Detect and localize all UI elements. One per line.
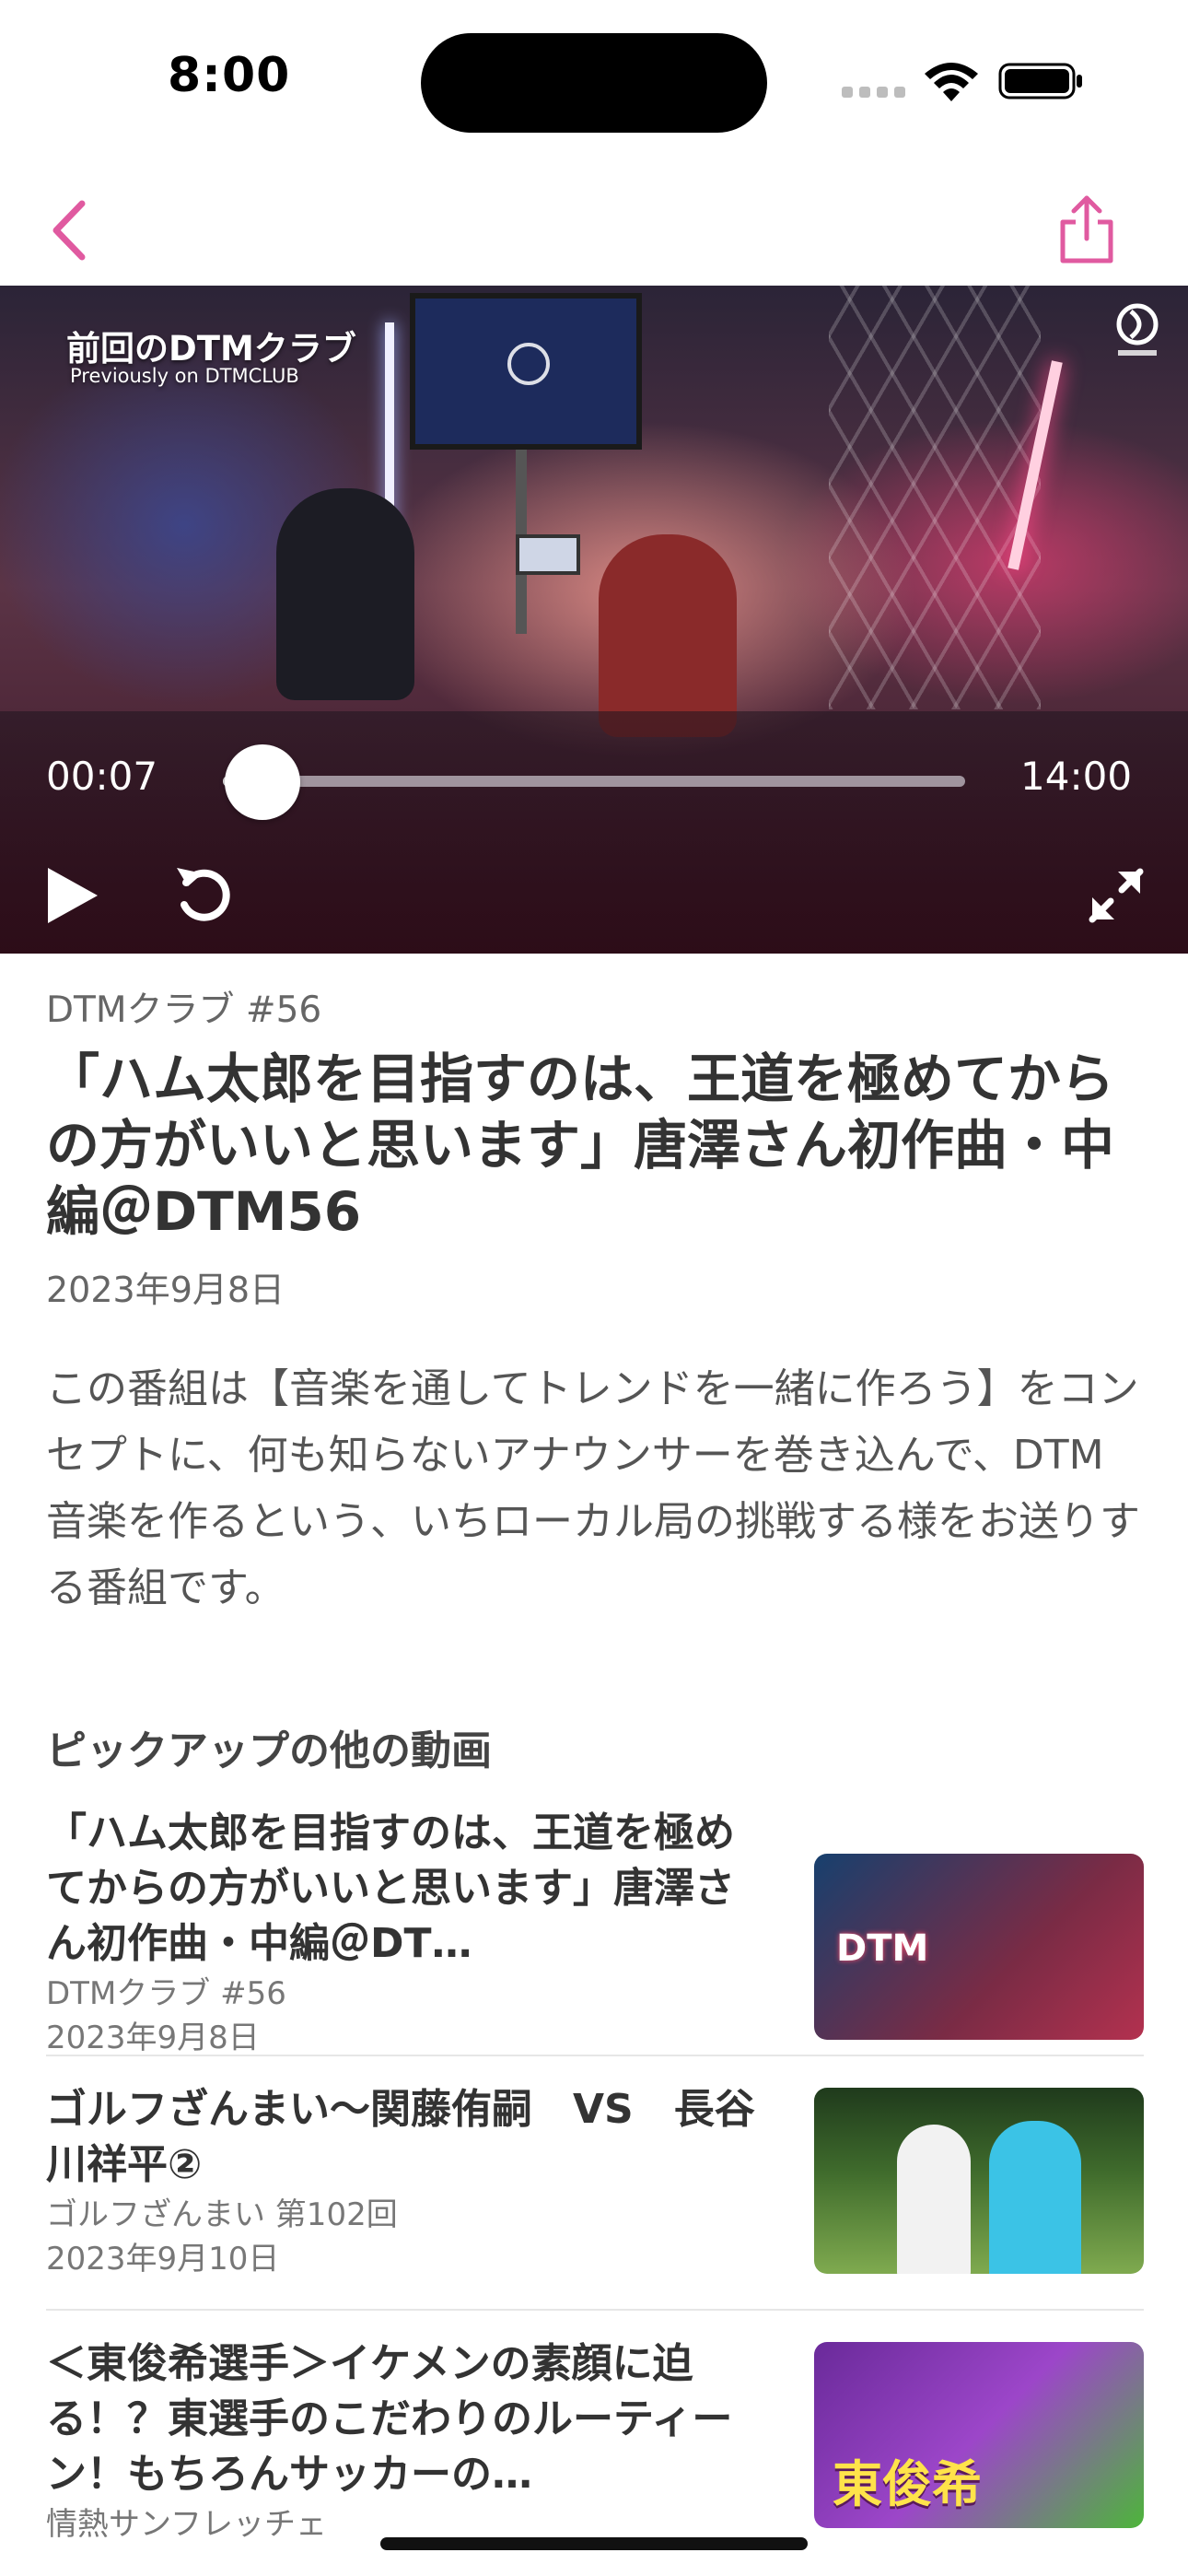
video-frame-person [599, 534, 737, 737]
chevron-left-icon [52, 200, 86, 261]
status-bar: 8:00 [0, 0, 1188, 157]
list-item[interactable]: 「ハム太郎を目指すのは、王道を極めてからの方がいいと思います」唐澤さん初作曲・中… [46, 1806, 1144, 2056]
list-item-date: 2023年9月10日 [46, 2241, 280, 2277]
video-thumbnail[interactable]: DTM [814, 1854, 1144, 2040]
back-button[interactable] [37, 193, 101, 267]
program-date: 2023年9月8日 [46, 1270, 285, 1310]
cellular-signal-icon [842, 87, 905, 98]
battery-icon [998, 63, 1082, 100]
list-item-text: ＜東俊希選手＞イケメンの素顔に迫る！？東選手のこだわりのルーティーン！もちろんサ… [46, 2311, 774, 2547]
video-overlay-subtitle: Previously on DTMCLUB [70, 365, 299, 387]
replay-icon[interactable] [173, 862, 236, 927]
list-item-text: ゴルフざんまい〜関藤侑嗣 VS 長谷川祥平② ゴルフざんまい 第102回 202… [46, 2056, 774, 2281]
wifi-icon [925, 63, 978, 101]
video-frame-person [276, 488, 414, 700]
video-frame-truss [829, 286, 1041, 709]
fullscreen-icon[interactable] [1087, 866, 1146, 925]
list-item-date: 2023年9月8日 [46, 2020, 260, 2056]
list-item-series: ゴルフざんまい 第102回 [46, 2196, 398, 2233]
navigation-bar [0, 175, 1188, 286]
program-title: 「ハム太郎を目指すのは、王道を極めてからの方がいいと思います」唐澤さん初作曲・中… [46, 1048, 1115, 1243]
current-time: 00:07 [46, 754, 158, 799]
video-thumbnail[interactable]: 東俊希 [814, 2342, 1144, 2528]
list-item-title: ＜東俊希選手＞イケメンの素顔に迫る！？東選手のこだわりのルーティーン！もちろんサ… [46, 2340, 733, 2498]
list-item[interactable]: ＜東俊希選手＞イケメンの素顔に迫る！？東選手のこだわりのルーティーン！もちろんサ… [46, 2311, 1144, 2576]
video-frame-laptop [516, 534, 580, 575]
share-button[interactable] [1050, 186, 1124, 273]
list-item[interactable]: ゴルフざんまい〜関藤侑嗣 VS 長谷川祥平② ゴルフざんまい 第102回 202… [46, 2056, 1144, 2311]
program-description: この番組は【音楽を通してトレンドを一緒に作ろう】をコンセプトに、何も知らないアナ… [46, 1365, 1140, 1611]
seek-thumb[interactable] [225, 744, 300, 820]
thumbnail-person [989, 2121, 1081, 2274]
dtm-club-logo-icon [1116, 303, 1159, 356]
video-controls: 00:07 14:00 [0, 711, 1188, 954]
video-overlay-title: 前回のDTMクラブ [66, 329, 356, 369]
program-info: DTMクラブ #56 「ハム太郎を目指すのは、王道を極めてからの方がいいと思いま… [46, 954, 1142, 1776]
video-frame-monitor [410, 293, 642, 450]
thumbnail-graphic: 東俊希 [833, 2455, 982, 2513]
list-item-title: ゴルフざんまい〜関藤侑嗣 VS 長谷川祥平② [46, 2086, 755, 2188]
video-thumbnail[interactable] [814, 2088, 1144, 2274]
thumbnail-person [897, 2125, 971, 2274]
pickup-section-title: ピックアップの他の動画 [46, 1727, 492, 1774]
home-indicator [380, 2537, 808, 2550]
list-item-series: DTMクラブ #56 [46, 1975, 286, 2012]
dynamic-island [421, 33, 767, 133]
program-series: DTMクラブ #56 [46, 989, 322, 1031]
video-player[interactable]: 前回のDTMクラブ Previously on DTMCLUB 00:07 14… [0, 286, 1188, 954]
thumbnail-graphic: DTM [836, 1927, 929, 1970]
dtm-club-logo-icon [507, 343, 550, 385]
status-time: 8:00 [168, 48, 291, 103]
share-icon [1060, 195, 1113, 263]
play-icon[interactable] [44, 866, 99, 925]
seek-bar[interactable] [223, 776, 965, 787]
list-item-title: 「ハム太郎を目指すのは、王道を極めてからの方がいいと思います」唐澤さん初作曲・中… [46, 1809, 735, 1967]
list-item-text: 「ハム太郎を目指すのは、王道を極めてからの方がいいと思います」唐澤さん初作曲・中… [46, 1806, 774, 2060]
total-time: 14:00 [1020, 754, 1133, 799]
pickup-video-list: 「ハム太郎を目指すのは、王道を極めてからの方がいいと思います」唐澤さん初作曲・中… [46, 1806, 1144, 2576]
